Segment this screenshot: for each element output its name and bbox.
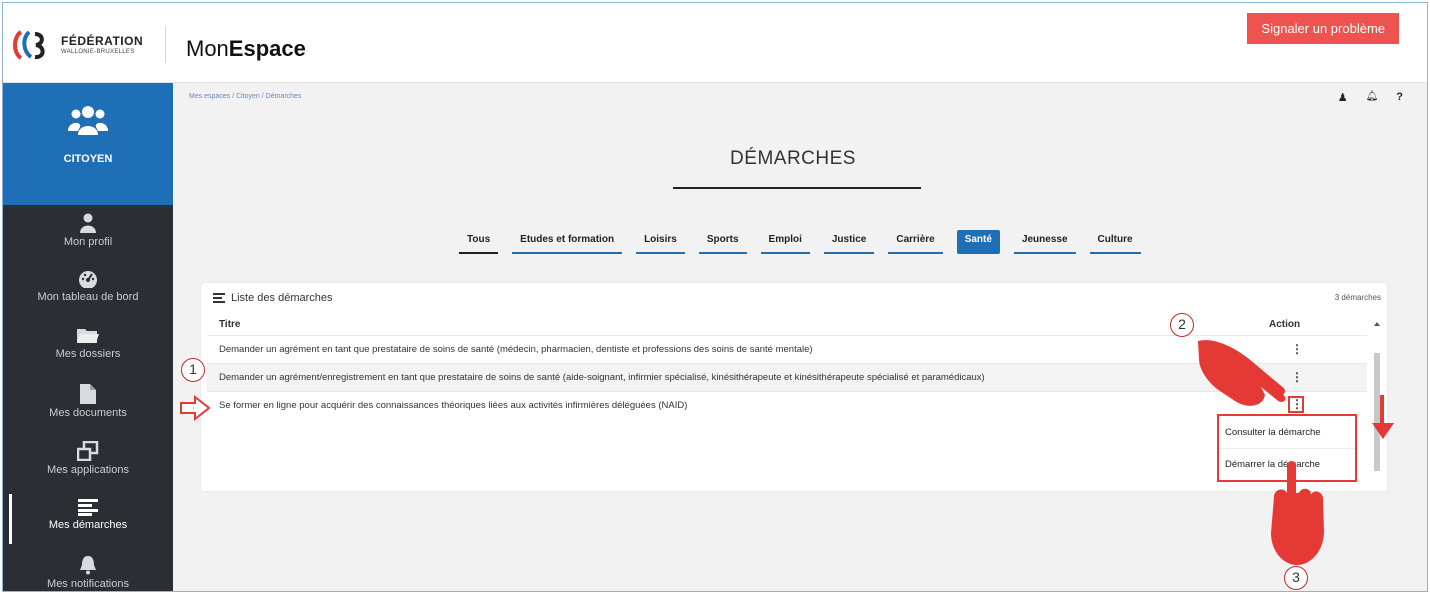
- sidebar-item-mes-demarches[interactable]: Mes démarches: [3, 490, 173, 547]
- tab-sante[interactable]: Santé: [956, 230, 1000, 254]
- user-icon[interactable]: ♟: [1338, 91, 1348, 104]
- folder-icon: [77, 329, 99, 343]
- menu-item-consulter[interactable]: Consulter la démarche: [1219, 416, 1355, 448]
- row-title: Demander un agrément/enregistrement en t…: [219, 372, 985, 383]
- logo-line2: WALLONIE-BRUXELLES: [61, 49, 135, 55]
- tab-etudes-et-formation[interactable]: Etudes et formation: [512, 230, 623, 254]
- table-row[interactable]: Se former en ligne pour acquérir des con…: [207, 391, 1367, 419]
- sidebar-item-mes-documents[interactable]: Mes documents: [3, 376, 173, 433]
- report-problem-button[interactable]: Signaler un problème: [1247, 13, 1399, 44]
- logo-line1: FÉDÉRATION: [61, 34, 144, 48]
- callout-3: 3: [1284, 566, 1308, 590]
- sidebar-item-label: Mes applications: [47, 464, 129, 476]
- help-icon[interactable]: ?: [1396, 91, 1403, 104]
- breadcrumb[interactable]: Mes espaces / Citoyen / Démarches: [189, 93, 301, 100]
- sidebar-space-label: CITOYEN: [63, 153, 113, 165]
- sidebar-item-label: Mes démarches: [48, 519, 128, 531]
- callout-1: 1: [181, 358, 205, 382]
- top-icons: ♟ 🔔︎ ?: [1338, 91, 1403, 104]
- document-icon: [80, 384, 96, 404]
- sidebar-item-mes-applications[interactable]: Mes applications: [3, 433, 173, 490]
- tab-emploi[interactable]: Emploi: [760, 230, 810, 254]
- sidebar-item-label: Mon tableau de bord: [37, 291, 139, 303]
- sidebar-item-label: Mes dossiers: [55, 348, 121, 360]
- tab-justice[interactable]: Justice: [823, 230, 875, 254]
- list-icon: [213, 293, 225, 303]
- header-divider: [165, 27, 166, 63]
- list-title: Liste des démarches: [231, 292, 333, 304]
- top-header: FÉDÉRATION WALLONIE-BRUXELLES MonEspace …: [3, 3, 1427, 83]
- tab-sports[interactable]: Sports: [698, 230, 747, 254]
- list-icon: [78, 499, 98, 516]
- scroll-up-arrow-icon: [1374, 322, 1380, 326]
- row-action-menu-button[interactable]: ⋮: [1291, 342, 1303, 356]
- table-row[interactable]: Demander un agrément/enregistrement en t…: [207, 363, 1367, 391]
- app-title: MonEspace: [186, 36, 306, 61]
- tab-jeunesse[interactable]: Jeunesse: [1013, 230, 1076, 254]
- row-action-dropdown: Consulter la démarche Démarrer la démarc…: [1217, 414, 1357, 482]
- menu-item-demarrer[interactable]: Démarrer la démarche: [1219, 448, 1355, 480]
- sidebar-item-label: Mes documents: [49, 407, 127, 419]
- sidebar-item-mon-profil[interactable]: Mon profil: [3, 205, 173, 262]
- demarches-count: 3 démarches: [1334, 293, 1381, 302]
- main-content: Mes espaces / Citoyen / Démarches ♟ 🔔︎ ?…: [173, 83, 1413, 591]
- sidebar-space-citoyen[interactable]: CITOYEN: [3, 83, 173, 205]
- sidebar-item-mes-notifications[interactable]: Mes notifications: [3, 547, 173, 591]
- bell-icon[interactable]: 🔔︎: [1366, 91, 1379, 104]
- sidebar-item-mes-dossiers[interactable]: Mes dossiers: [3, 319, 173, 376]
- fwb-logo-icon: [13, 30, 45, 60]
- tab-culture[interactable]: Culture: [1089, 230, 1141, 254]
- applications-icon: [77, 441, 99, 461]
- table-row[interactable]: Demander un agrément en tant que prestat…: [207, 335, 1367, 363]
- tab-tous[interactable]: Tous: [459, 230, 499, 254]
- page-title: DÉMARCHES: [730, 148, 856, 169]
- scrollbar-thumb[interactable]: [1374, 353, 1380, 471]
- category-tabs: Tous Etudes et formation Loisirs Sports …: [459, 230, 1141, 254]
- sidebar-item-label: Mon profil: [63, 236, 113, 248]
- row-action-menu-button[interactable]: ⋮: [1291, 370, 1303, 384]
- tab-carriere[interactable]: Carrière: [888, 230, 943, 254]
- column-header-titre[interactable]: Titre: [219, 319, 241, 330]
- title-underline: [673, 187, 921, 189]
- app-window: FÉDÉRATION WALLONIE-BRUXELLES MonEspace …: [2, 2, 1428, 592]
- highlight-box: [1288, 396, 1304, 413]
- row-title: Demander un agrément en tant que prestat…: [219, 344, 813, 355]
- fwb-logo[interactable]: FÉDÉRATION WALLONIE-BRUXELLES: [11, 29, 143, 61]
- sidebar-item-label: Mes notifications: [47, 578, 129, 590]
- list-header: Liste des démarches: [213, 292, 333, 304]
- dashboard-icon: [79, 271, 97, 288]
- users-group-icon: [68, 106, 108, 135]
- sidebar-item-tableau-de-bord[interactable]: Mon tableau de bord: [3, 262, 173, 319]
- bell-icon: [80, 556, 96, 575]
- demarches-list-panel: Liste des démarches 3 démarches Titre Ac…: [201, 283, 1387, 491]
- callout-2: 2: [1170, 313, 1194, 337]
- user-icon: [80, 213, 96, 233]
- row-title: Se former en ligne pour acquérir des con…: [219, 400, 688, 411]
- column-header-action: Action: [1269, 319, 1301, 330]
- sidebar: CITOYEN Mon profil Mon tableau de bord M…: [3, 83, 173, 591]
- tab-loisirs[interactable]: Loisirs: [636, 230, 685, 254]
